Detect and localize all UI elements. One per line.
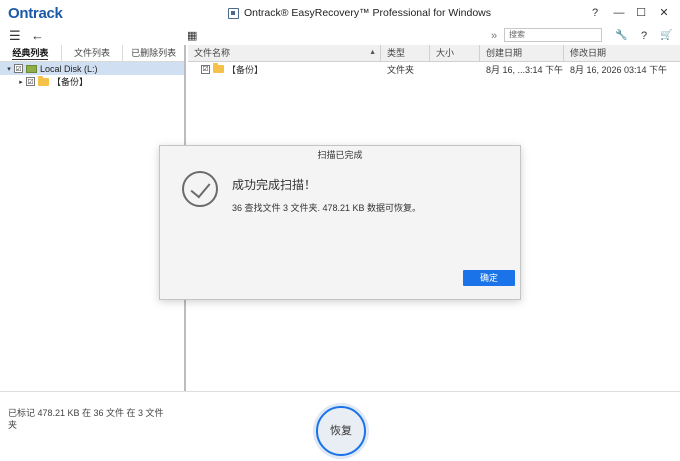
sort-ascending-icon: ▲ xyxy=(369,49,376,56)
tree-item-label: 【备份】 xyxy=(52,77,89,87)
recover-button[interactable]: 恢复 xyxy=(316,406,366,456)
column-header-label: 大小 xyxy=(436,48,455,58)
app-icon xyxy=(228,7,239,19)
title-bar: Ontrack Ontrack® EasyRecovery™ Professio… xyxy=(0,0,680,27)
folder-icon xyxy=(213,63,224,73)
view-mode-icon[interactable]: ▦ xyxy=(187,28,197,44)
window-title-text: Ontrack® EasyRecovery™ Professional for … xyxy=(244,7,491,19)
column-header-size[interactable]: 大小 xyxy=(430,45,480,61)
column-header-label: 类型 xyxy=(387,48,406,58)
cart-icon[interactable]: 🛒 xyxy=(660,28,672,44)
folder-icon xyxy=(38,75,49,86)
tools-icon[interactable]: 🔧 xyxy=(615,28,627,44)
row-checkbox[interactable]: ☑ xyxy=(201,64,210,74)
dialog-message: 36 查找文件 3 文件夹. 478.21 KB 数据可恢复。 xyxy=(232,203,422,213)
cell-modified: 8月 16, 2026 03:14 下午 xyxy=(570,64,668,75)
help-window-icon[interactable]: ? xyxy=(585,4,605,22)
tree-item-backup[interactable]: ▸ ☑ 【备份】 xyxy=(0,75,184,88)
close-button[interactable]: ✕ xyxy=(654,4,674,22)
tab-deleted-list[interactable]: 已删除列表 xyxy=(123,45,184,61)
cell-name: ☑ 【备份】 xyxy=(188,63,381,76)
table-row[interactable]: ☑ 【备份】 文件夹 8月 16, ...3:14 下午 8月 16, 2026… xyxy=(188,62,680,76)
left-tab-bar: 经典列表 文件列表 已删除列表 xyxy=(0,45,184,62)
column-header-type[interactable]: 类型 xyxy=(381,45,430,61)
tab-file-list[interactable]: 文件列表 xyxy=(62,45,124,61)
dialog-title: 扫描已完成 xyxy=(317,150,363,160)
cell-type: 文件夹 xyxy=(387,64,415,75)
window-title: Ontrack® EasyRecovery™ Professional for … xyxy=(228,7,491,19)
column-header-modified[interactable]: 修改日期 xyxy=(564,45,680,61)
maximize-button[interactable]: ☐ xyxy=(631,4,651,22)
tree-item-label: Local Disk (L:) xyxy=(40,63,98,74)
column-header-created[interactable]: 创建日期 xyxy=(480,45,564,61)
cell-created: 8月 16, ...3:14 下午 xyxy=(486,64,564,75)
ontrack-logo: Ontrack xyxy=(8,5,63,22)
expand-icon[interactable]: » xyxy=(491,28,497,44)
search-input[interactable]: 搜索 xyxy=(504,28,602,42)
tab-classic-list[interactable]: 经典列表 xyxy=(0,45,62,61)
expand-right-icon[interactable]: ▸ xyxy=(16,78,26,86)
tab-deleted-list-label: 已删除列表 xyxy=(131,48,177,58)
cell-name-text: 【备份】 xyxy=(227,64,264,75)
disk-icon xyxy=(26,64,37,73)
menu-icon[interactable]: ☰ xyxy=(9,28,21,44)
status-bar: 已标记 478.21 KB 在 36 文件 在 3 文件夹 恢复 xyxy=(0,391,680,461)
column-header-name[interactable]: 文件名称 ▲ xyxy=(188,45,381,61)
tab-classic-list-label: 经典列表 xyxy=(12,48,49,60)
column-header-label: 文件名称 xyxy=(194,48,231,58)
tree-checkbox[interactable]: ☑ xyxy=(26,77,35,86)
grid-header: 文件名称 ▲ 类型 大小 创建日期 修改日期 xyxy=(188,45,680,62)
ok-button[interactable]: 确定 xyxy=(463,270,515,286)
tab-file-list-label: 文件列表 xyxy=(74,48,111,58)
minimize-button[interactable]: — xyxy=(609,4,629,22)
dialog-headline: 成功完成扫描！ xyxy=(232,178,317,192)
help-icon[interactable]: ? xyxy=(641,28,647,44)
column-header-label: 修改日期 xyxy=(570,48,607,58)
check-circle-icon xyxy=(182,171,218,207)
column-header-label: 创建日期 xyxy=(486,48,523,58)
scan-complete-dialog: 扫描已完成 成功完成扫描！ 36 查找文件 3 文件夹. 478.21 KB 数… xyxy=(159,145,521,300)
tree-item-local-disk[interactable]: ▾ ☑ Local Disk (L:) xyxy=(0,62,184,75)
back-arrow-icon[interactable]: ← xyxy=(31,28,44,44)
expand-down-icon[interactable]: ▾ xyxy=(4,65,14,73)
tree-checkbox[interactable]: ☑ xyxy=(14,64,23,73)
status-text: 已标记 478.21 KB 在 36 文件 在 3 文件夹 xyxy=(8,408,164,430)
